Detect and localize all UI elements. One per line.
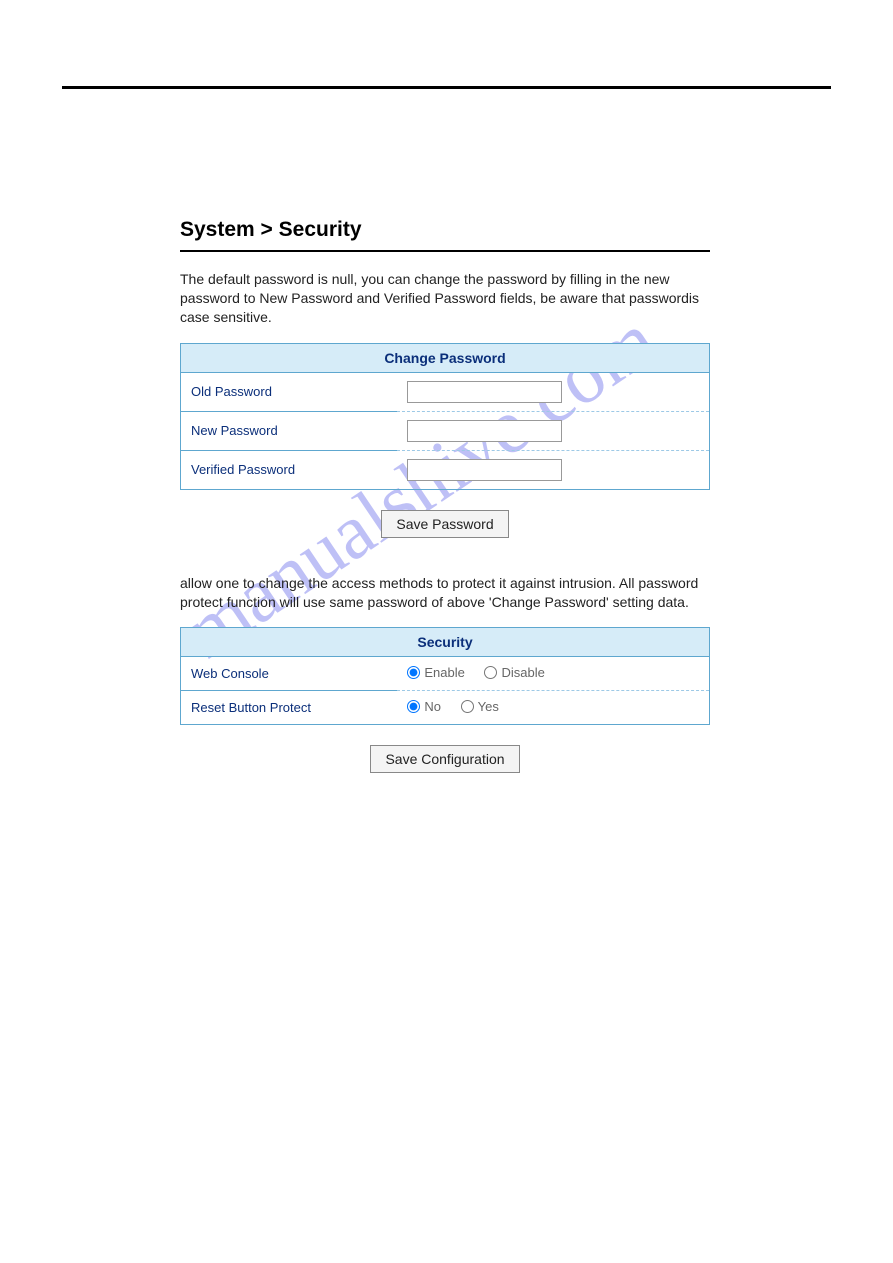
reset-button-yes-text: Yes bbox=[478, 699, 499, 714]
web-console-disable-radio[interactable] bbox=[484, 666, 497, 679]
verified-password-label: Verified Password bbox=[181, 450, 398, 489]
security-intro-paragraph: allow one to change the access methods t… bbox=[180, 574, 710, 612]
new-password-input[interactable] bbox=[407, 420, 562, 442]
save-password-button[interactable]: Save Password bbox=[381, 510, 508, 538]
reset-button-no-text: No bbox=[424, 699, 441, 714]
old-password-input[interactable] bbox=[407, 381, 562, 403]
change-password-panel: Change Password Old Password New Passwor… bbox=[180, 343, 710, 490]
intro-paragraph: The default password is null, you can ch… bbox=[180, 270, 710, 327]
web-console-disable-option[interactable]: Disable bbox=[484, 665, 544, 680]
reset-button-protect-label: Reset Button Protect bbox=[181, 691, 398, 725]
reset-button-no-option[interactable]: No bbox=[407, 699, 441, 714]
page-top-rule bbox=[62, 86, 831, 89]
table-row: Reset Button Protect No Yes bbox=[181, 691, 710, 725]
new-password-label: New Password bbox=[181, 411, 398, 450]
old-password-label: Old Password bbox=[181, 372, 398, 411]
table-row: New Password bbox=[181, 411, 710, 450]
reset-button-yes-option[interactable]: Yes bbox=[461, 699, 499, 714]
verified-password-input[interactable] bbox=[407, 459, 562, 481]
save-configuration-button[interactable]: Save Configuration bbox=[370, 745, 519, 773]
table-row: Verified Password bbox=[181, 450, 710, 489]
web-console-enable-option[interactable]: Enable bbox=[407, 665, 464, 680]
web-console-enable-radio[interactable] bbox=[407, 666, 420, 679]
reset-button-yes-radio[interactable] bbox=[461, 700, 474, 713]
web-console-enable-text: Enable bbox=[424, 665, 464, 680]
breadcrumb: System > Security bbox=[180, 218, 710, 252]
web-console-disable-text: Disable bbox=[501, 665, 544, 680]
reset-button-no-radio[interactable] bbox=[407, 700, 420, 713]
security-header: Security bbox=[181, 628, 710, 657]
web-console-label: Web Console bbox=[181, 657, 398, 691]
change-password-header: Change Password bbox=[181, 343, 710, 372]
table-row: Web Console Enable Disable bbox=[181, 657, 710, 691]
security-panel: Security Web Console Enable Disable Rese… bbox=[180, 627, 710, 725]
table-row: Old Password bbox=[181, 372, 710, 411]
